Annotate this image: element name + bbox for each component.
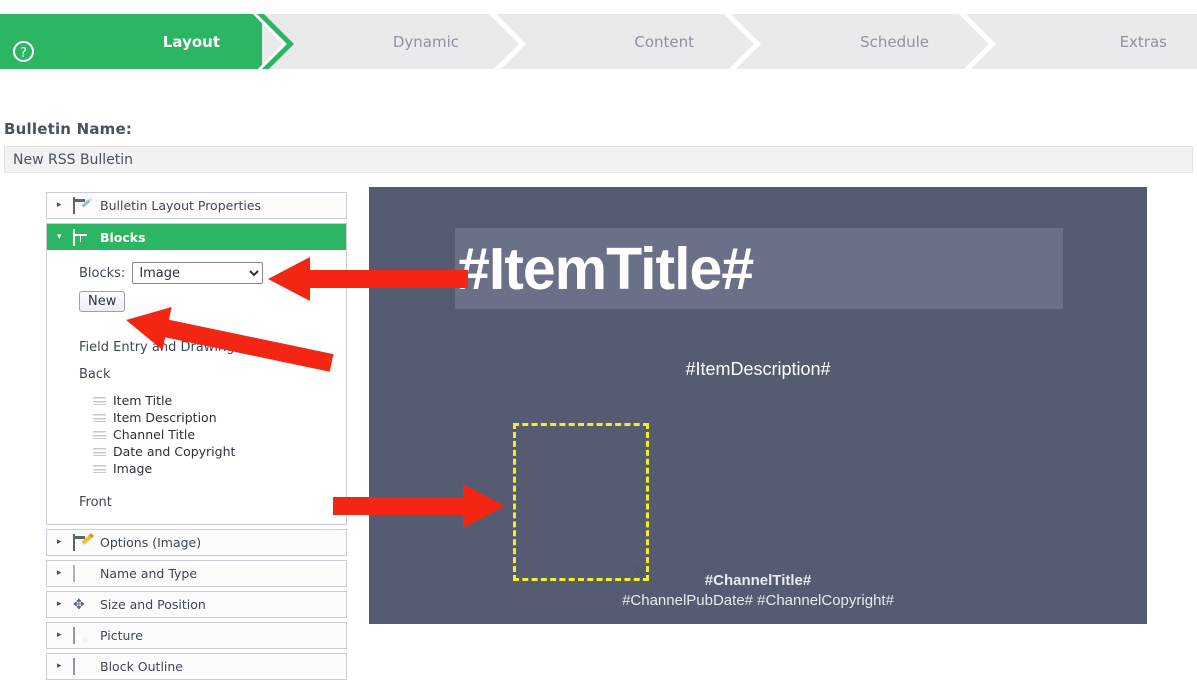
blocks-panel-body: Blocks: Image New Field Entry and Drawin… [47, 250, 346, 524]
list-item[interactable]: Item Title [93, 392, 346, 409]
chevron-right-icon: ▸ [57, 568, 62, 578]
wizard-step-label: Content [634, 32, 694, 51]
chevron-right-icon: ▸ [57, 630, 62, 640]
accordion-header-size-and-position[interactable]: ▸ ✥ Size and Position [47, 592, 346, 617]
picture-icon [73, 627, 75, 644]
options-icon [73, 534, 75, 551]
list-item-label: Item Description [113, 410, 217, 425]
blocks-icon [73, 228, 75, 246]
accordion-label: Options (Image) [100, 535, 202, 550]
preview-channel-title: #ChannelTitle# [704, 572, 812, 589]
accordion-section-name-and-type: ▸ Name and Type [46, 560, 347, 587]
accordion-section-size-and-position: ▸ ✥ Size and Position [46, 591, 347, 618]
wizard-step-label: Schedule [860, 32, 929, 51]
help-icon[interactable]: ? [13, 41, 34, 62]
list-item-label: Channel Title [113, 427, 196, 442]
order-front-label: Front [79, 495, 112, 510]
list-item[interactable]: Date and Copyright [93, 443, 346, 460]
accordion-label: Name and Type [100, 566, 198, 581]
wizard-step-label: Layout [162, 32, 220, 51]
accordion-label: Size and Position [100, 597, 206, 612]
list-item-label: Item Title [113, 393, 173, 408]
bulletin-name-input[interactable] [4, 146, 1193, 173]
chevron-right-icon: ▸ [57, 537, 62, 547]
accordion-header-block-outline[interactable]: ▸ Block Outline [47, 654, 346, 679]
list-item-label: Image [113, 461, 153, 476]
order-back-label: Back [79, 367, 111, 382]
chevron-right-icon: ▸ [57, 599, 62, 609]
accordion-header-bulletin-layout-properties[interactable]: ▸ Bulletin Layout Properties [47, 193, 346, 218]
field-order-list: Item Title Item Description Channel Titl… [79, 392, 346, 477]
preview-item-description[interactable]: #ItemDescription# [369, 359, 1147, 380]
drag-handle-icon[interactable] [93, 464, 106, 473]
accordion-section-blocks: ▾ Blocks Blocks: Image New Field Entry a… [46, 223, 347, 525]
accordion-label: Bulletin Layout Properties [100, 198, 262, 213]
chevron-down-icon: ▾ [57, 231, 62, 242]
layout-properties-icon [73, 197, 75, 214]
accordion-section-picture: ▸ Picture [46, 622, 347, 649]
drag-handle-icon[interactable] [93, 396, 106, 405]
wizard-step-schedule[interactable]: Schedule [732, 14, 967, 69]
accordion-header-name-and-type[interactable]: ▸ Name and Type [47, 561, 346, 586]
wizard-step-extras[interactable]: Extras [967, 14, 1197, 69]
accordion-header-blocks[interactable]: ▾ Blocks [47, 224, 346, 250]
wizard-step-label: Dynamic [392, 32, 459, 51]
preview-channel-block[interactable]: #ChannelTitle# #ChannelPubDate# #Channel… [369, 571, 1147, 611]
wizard-step-content[interactable]: Content [497, 14, 732, 69]
accordion-header-picture[interactable]: ▸ Picture [47, 623, 346, 648]
wizard-step-bar: Layout Dynamic Content Schedule Extras [0, 14, 1197, 69]
preview-image-block[interactable] [513, 423, 649, 581]
new-block-button[interactable]: New [79, 291, 126, 312]
blocks-select[interactable]: Image [132, 262, 264, 284]
accordion-label: Block Outline [100, 659, 184, 674]
field-order-title: Field Entry and Drawing Order: [79, 340, 280, 355]
list-item[interactable]: Item Description [93, 409, 346, 426]
list-item-label: Date and Copyright [113, 444, 236, 459]
drag-handle-icon[interactable] [93, 447, 106, 456]
chevron-right-icon: ▸ [57, 661, 62, 671]
block-outline-icon [73, 658, 75, 675]
blocks-select-row: Blocks: Image [79, 262, 346, 284]
preview-item-title[interactable]: #ItemTitle# [457, 230, 754, 308]
accordion-header-options-image[interactable]: ▸ Options (Image) [47, 530, 346, 555]
accordion-section-options-image: ▸ Options (Image) [46, 529, 347, 556]
list-item[interactable]: Image [93, 460, 346, 477]
accordion-section-bulletin-layout-properties: ▸ Bulletin Layout Properties [46, 192, 347, 219]
preview-channel-meta: #ChannelPubDate# #ChannelCopyright# [622, 592, 894, 609]
name-and-type-icon [73, 565, 75, 582]
bulletin-name-label: Bulletin Name: [4, 120, 133, 138]
drag-handle-icon[interactable] [93, 430, 106, 439]
blocks-select-label: Blocks: [79, 265, 126, 281]
size-position-icon: ✥ [73, 597, 85, 613]
wizard-step-label: Extras [1119, 32, 1167, 51]
bulletin-preview-canvas[interactable]: #ItemTitle# #ItemDescription# #ChannelTi… [369, 187, 1147, 624]
accordion-label: Picture [100, 628, 143, 643]
accordion-section-block-outline: ▸ Block Outline [46, 653, 347, 680]
properties-accordion: ▸ Bulletin Layout Properties ▾ Blocks Bl… [46, 192, 347, 684]
wizard-step-layout[interactable]: Layout [0, 14, 262, 69]
chevron-right-icon: ▸ [57, 200, 62, 210]
list-item[interactable]: Channel Title [93, 426, 346, 443]
wizard-step-dynamic[interactable]: Dynamic [262, 14, 497, 69]
accordion-label: Blocks [100, 229, 146, 245]
drag-handle-icon[interactable] [93, 413, 106, 422]
